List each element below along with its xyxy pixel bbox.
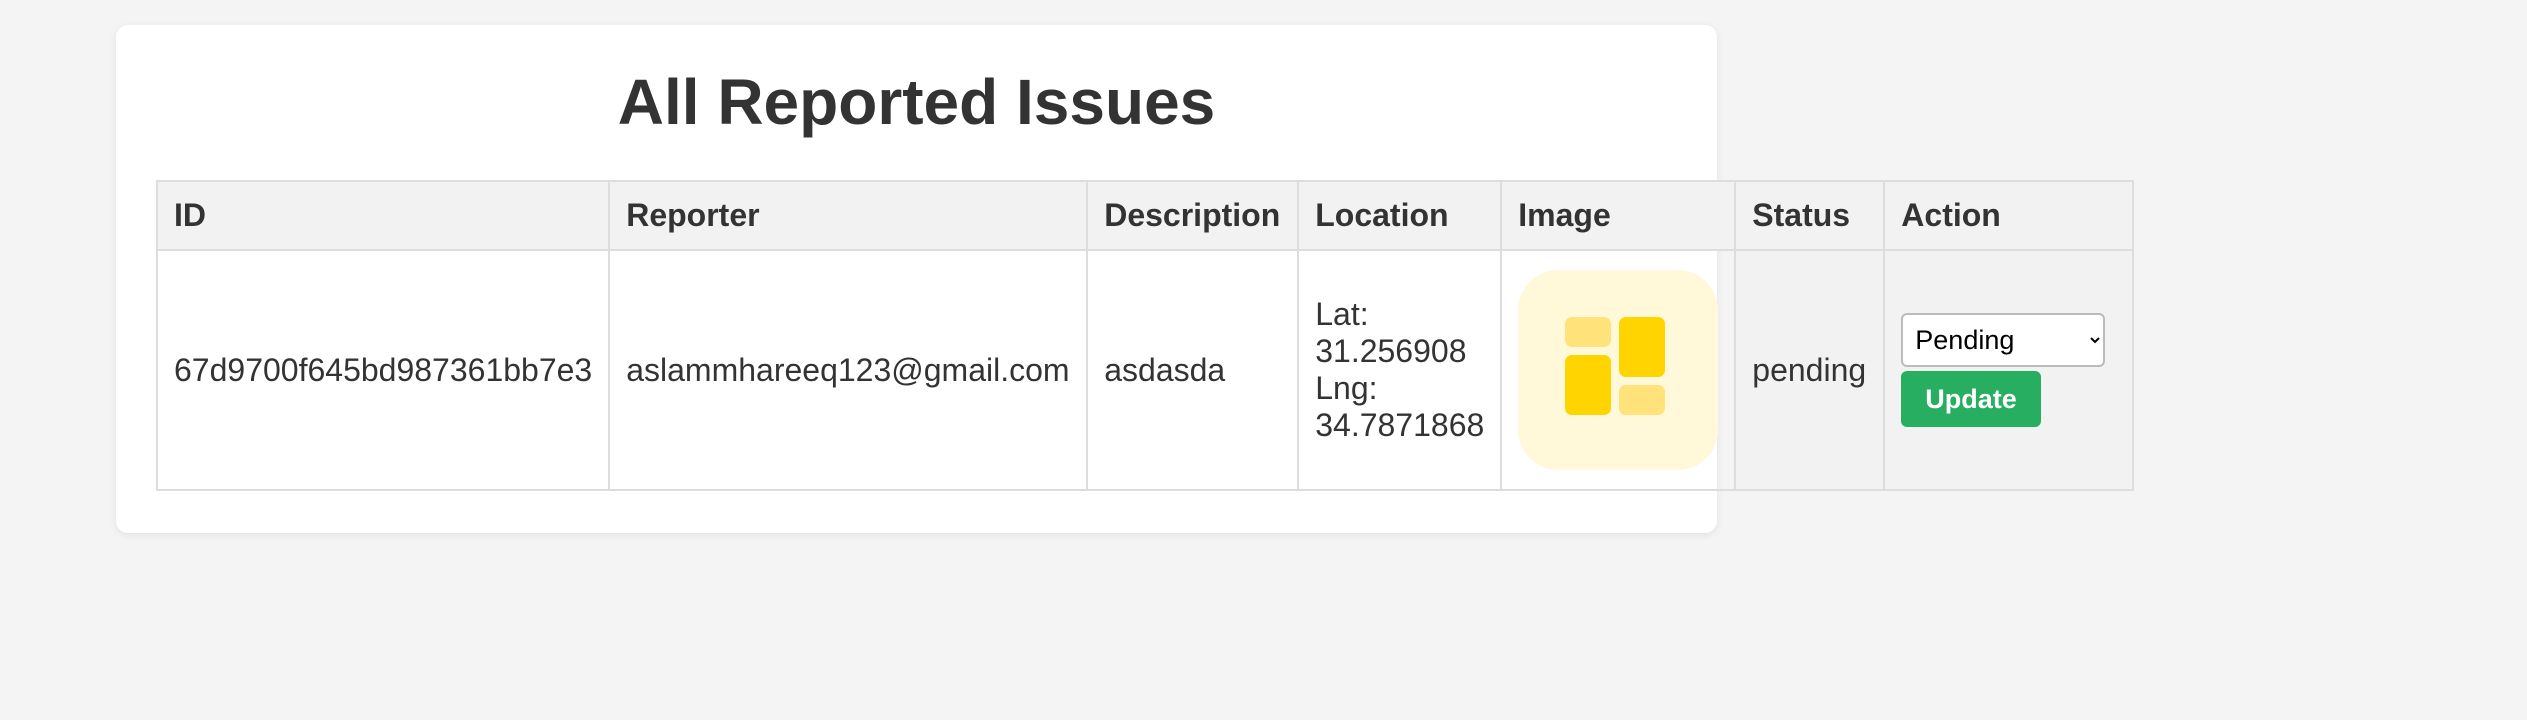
column-header-id: ID xyxy=(155,180,611,251)
issue-id-cell: 67d9700f645bd987361bb7e3 xyxy=(155,249,611,491)
column-header-description: Description xyxy=(1086,180,1300,251)
latitude-value: 31.256908 xyxy=(1315,333,1467,369)
action-cell: Pending Update xyxy=(1883,249,2135,491)
latitude-label: Lat: xyxy=(1315,296,1369,332)
page-title: All Reported Issues xyxy=(617,66,1216,138)
table-header-row: ID Reporter Description Location Image S… xyxy=(155,180,2135,251)
table-row: 67d9700f645bd987361bb7e3 aslammhareeq123… xyxy=(155,249,2135,491)
description-cell: asdasda xyxy=(1086,249,1300,491)
status-cell: pending xyxy=(1734,249,1886,491)
image-placeholder-icon xyxy=(1565,317,1666,415)
issue-image-thumbnail[interactable] xyxy=(1518,270,1719,470)
action-controls: Pending Update xyxy=(1901,313,2116,427)
column-header-location: Location xyxy=(1297,180,1503,251)
location-cell: Lat: 31.256908 Lng: 34.7871868 xyxy=(1297,249,1503,491)
issues-table: ID Reporter Description Location Image S… xyxy=(155,180,2135,491)
longitude-value: 34.7871868 xyxy=(1315,407,1485,443)
column-header-reporter: Reporter xyxy=(608,180,1089,251)
update-button[interactable]: Update xyxy=(1901,371,2041,427)
column-header-image: Image xyxy=(1500,180,1737,251)
image-cell xyxy=(1500,249,1737,491)
column-header-action: Action xyxy=(1883,180,2135,251)
status-select[interactable]: Pending xyxy=(1901,313,2106,367)
reporter-cell: aslammhareeq123@gmail.com xyxy=(608,249,1089,491)
column-header-status: Status xyxy=(1734,180,1886,251)
longitude-label: Lng: xyxy=(1315,370,1378,406)
